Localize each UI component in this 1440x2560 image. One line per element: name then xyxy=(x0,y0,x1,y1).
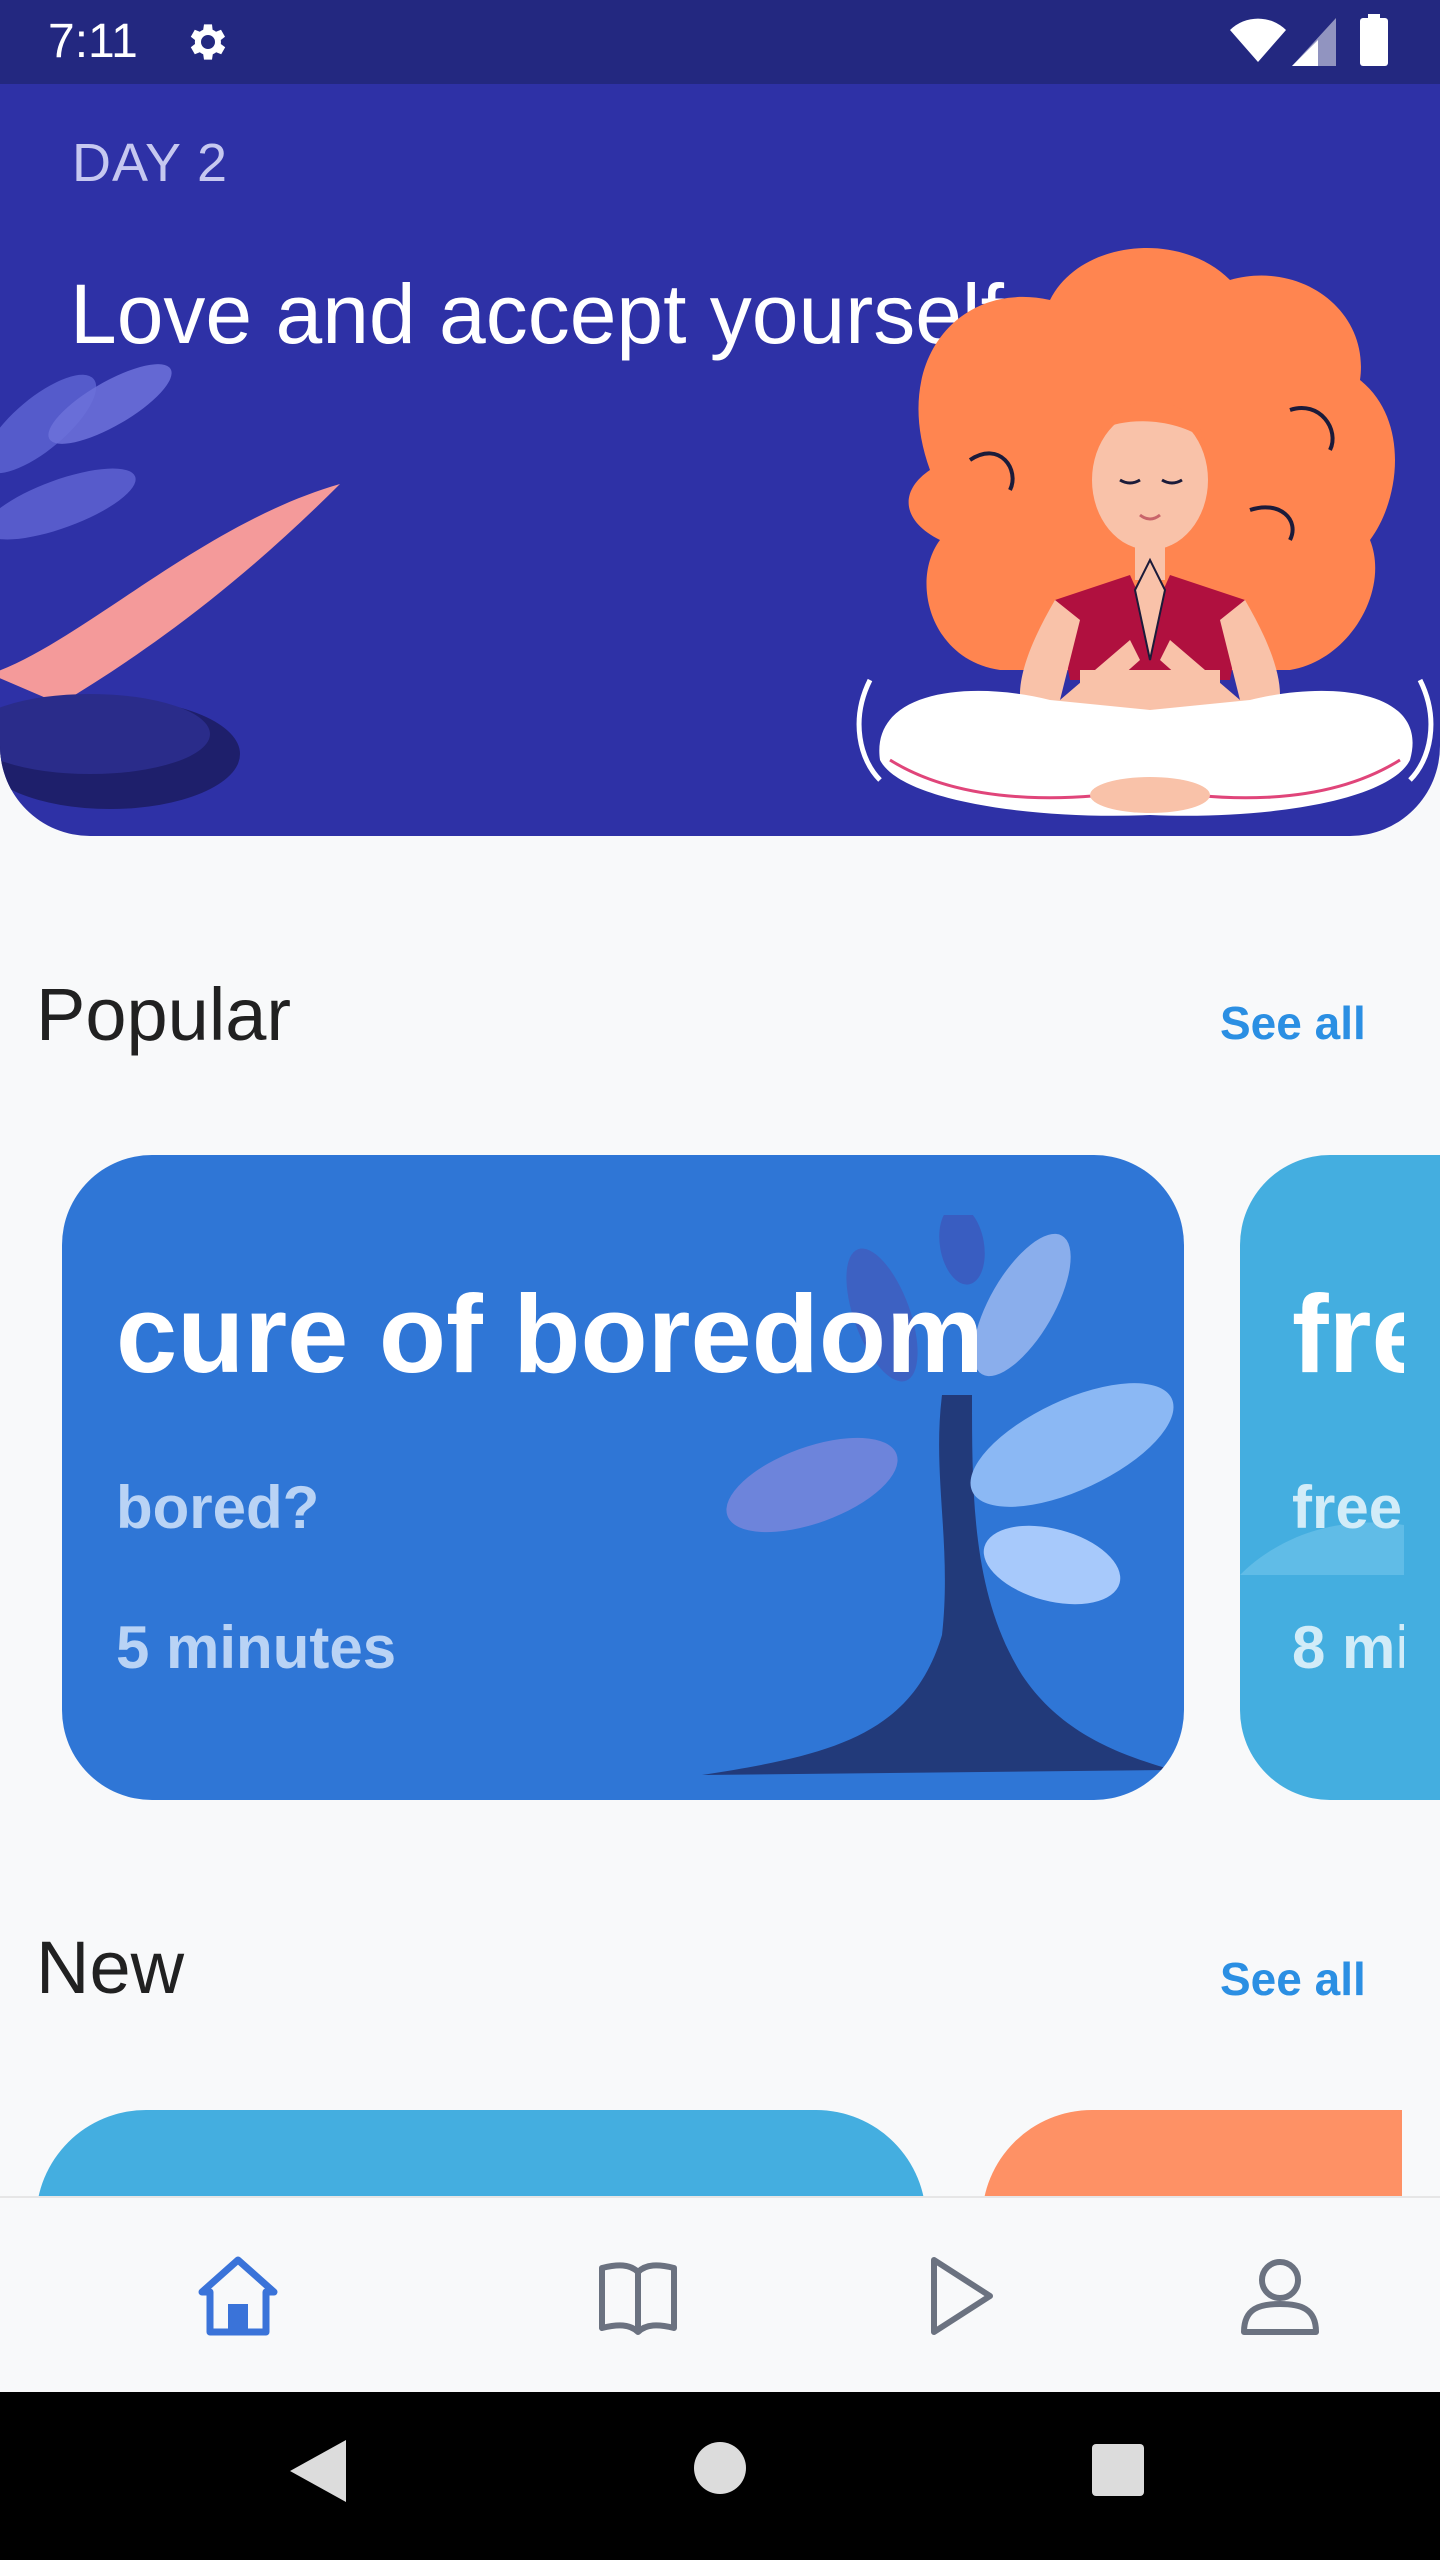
card-subtitle: bored? xyxy=(116,1474,320,1541)
card-content: freedom free 8 minutes xyxy=(1240,1155,1404,1800)
back-icon[interactable] xyxy=(286,2436,350,2506)
home-icon[interactable] xyxy=(190,2248,286,2344)
popular-see-all-link[interactable]: See all xyxy=(1220,996,1366,1050)
bottom-navigation xyxy=(0,2196,1440,2394)
battery-icon xyxy=(1360,14,1388,66)
home-circle-icon[interactable] xyxy=(692,2440,748,2496)
system-navigation-bar xyxy=(0,2392,1440,2560)
card-title: cure of boredom xyxy=(116,1273,984,1396)
card-duration: 8 minutes xyxy=(1292,1614,1404,1681)
plant-illustration xyxy=(0,364,340,809)
new-see-all-link[interactable]: See all xyxy=(1220,1952,1366,2006)
cellular-signal-icon xyxy=(1292,18,1336,66)
status-time: 7:11 xyxy=(48,15,138,68)
card-duration: 5 minutes xyxy=(116,1614,397,1681)
day-label: DAY 2 xyxy=(72,133,229,193)
new-section-title: New xyxy=(36,1926,185,2009)
card-title: freedom xyxy=(1292,1273,1404,1396)
meditation-illustration xyxy=(856,247,1434,816)
recents-icon[interactable] xyxy=(1090,2442,1146,2498)
play-icon[interactable] xyxy=(910,2248,1006,2344)
popular-card[interactable]: freedom free 8 minutes xyxy=(1240,1155,1440,1800)
status-bar: 7:11 xyxy=(0,0,1440,84)
profile-icon[interactable] xyxy=(1232,2248,1328,2344)
popular-section-title: Popular xyxy=(36,973,292,1056)
popular-card[interactable]: cure of boredom bored? 5 minutes xyxy=(62,1155,1184,1800)
book-icon[interactable] xyxy=(590,2248,686,2344)
wifi-icon xyxy=(1230,18,1286,62)
hero-banner: DAY 2 Love and accept yourself xyxy=(0,84,1440,836)
gear-icon xyxy=(190,24,226,60)
card-subtitle: free xyxy=(1292,1474,1403,1541)
